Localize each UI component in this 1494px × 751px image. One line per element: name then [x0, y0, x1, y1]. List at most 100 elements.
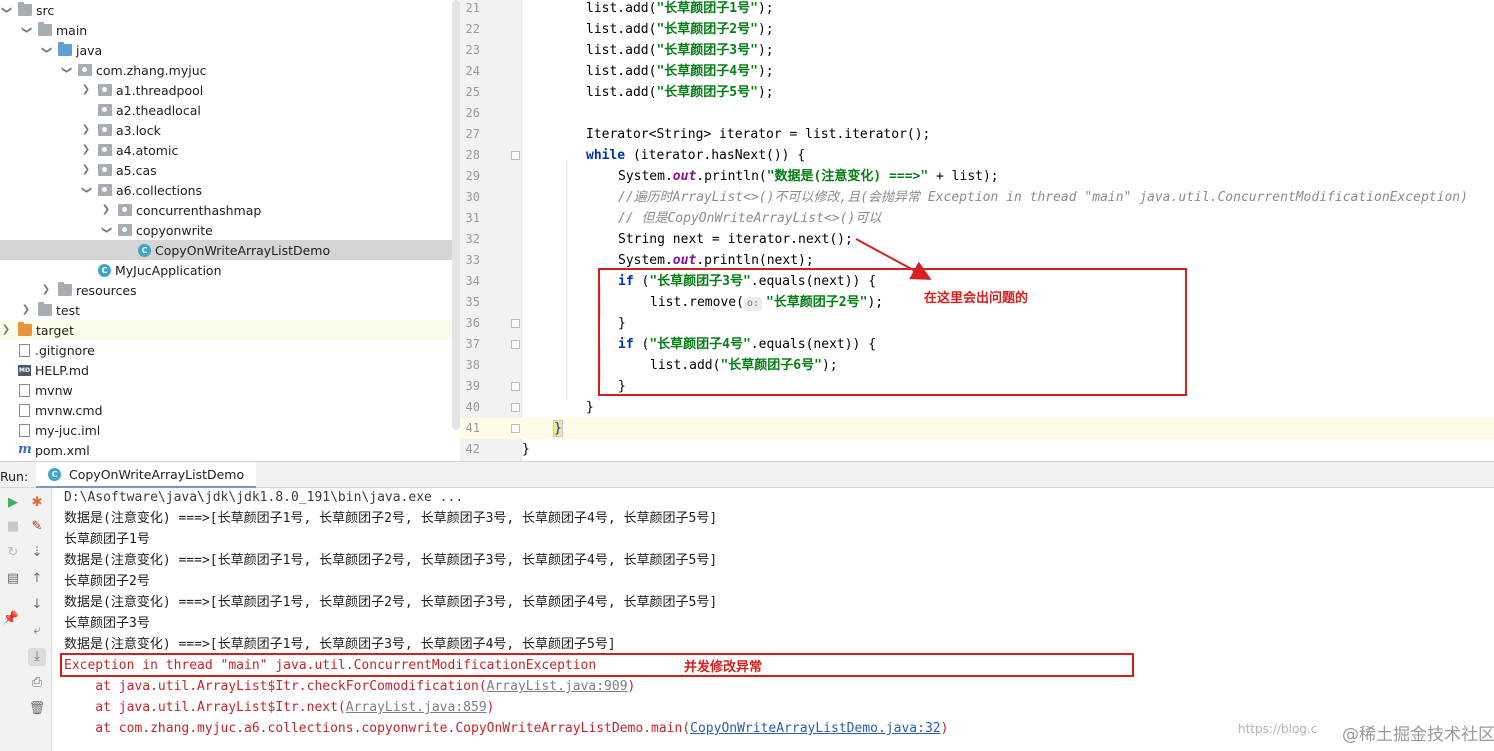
- console-line: 数据是(注意变化) ===>[长草颜团子1号, 长草颜团子2号, 长草颜团子3号…: [64, 553, 718, 568]
- run-icon[interactable]: ▶: [4, 494, 22, 512]
- code-token: String next = iterator.next();: [618, 232, 853, 247]
- tree-item-java[interactable]: ❯ java: [0, 40, 460, 60]
- code-token: System.: [618, 253, 673, 268]
- code-line[interactable]: 29 System.out.println("数据是(注意变化) ===>" + …: [460, 166, 1494, 187]
- trash-icon[interactable]: 🗑: [28, 700, 46, 718]
- stop-icon[interactable]: ■: [4, 518, 22, 536]
- rerun-icon[interactable]: ↻: [4, 544, 22, 562]
- tree-item-src[interactable]: ❯ src: [0, 0, 460, 20]
- tree-item-concurrenthashmap[interactable]: ❯ concurrenthashmap: [0, 200, 460, 220]
- code-line[interactable]: 30 //遍历时ArrayList<>()不可以修改,且(会抛异常 Excepti…: [460, 187, 1494, 208]
- code-line[interactable]: 25 list.add("长草颜团子5号");: [460, 82, 1494, 103]
- run-label: Run:: [0, 469, 29, 484]
- problem-highlight-box: [598, 268, 1187, 396]
- package-icon: [118, 204, 132, 216]
- code-line[interactable]: 23 list.add("长草颜团子3号");: [460, 40, 1494, 61]
- tree-item-label: concurrenthashmap: [136, 202, 262, 218]
- tree-item-a6-collections[interactable]: ❯ a6.collections: [0, 180, 460, 200]
- line-number: 28: [465, 148, 480, 162]
- code-token: "长草颜团子4号": [656, 64, 758, 79]
- chevron-right-icon[interactable]: ❯: [80, 144, 92, 156]
- chevron-right-icon[interactable]: ❯: [40, 284, 52, 296]
- chevron-right-icon[interactable]: ❯: [0, 324, 12, 336]
- down-arrow-icon[interactable]: ↓: [28, 596, 46, 614]
- tree-item-mvnw[interactable]: ❯mvnw: [0, 380, 460, 400]
- tree-item-my-juc-iml[interactable]: ❯my-juc.iml: [0, 420, 460, 440]
- chevron-down-icon[interactable]: ❯: [0, 4, 12, 16]
- chevron-down-icon[interactable]: ❯: [100, 224, 112, 236]
- code-text: while (iterator.hasNext()) {: [586, 145, 805, 166]
- tree-item-gitignore[interactable]: ❯.gitignore: [0, 340, 460, 360]
- chevron-right-icon[interactable]: ❯: [100, 204, 112, 216]
- line-number: 25: [465, 85, 480, 99]
- source-link[interactable]: CopyOnWriteArrayListDemo.java:32: [690, 721, 940, 736]
- tree-item-com-zhang-myjuc[interactable]: ❯ com.zhang.myjuc: [0, 60, 460, 80]
- edit-config-icon[interactable]: ✎: [28, 518, 46, 536]
- code-line[interactable]: 40}: [460, 397, 1494, 418]
- fold-marker-icon[interactable]: [511, 403, 520, 412]
- fold-marker-icon[interactable]: [511, 382, 520, 391]
- tree-item-copyonwrite[interactable]: ❯ copyonwrite: [0, 220, 460, 240]
- chevron-right-icon[interactable]: ❯: [80, 164, 92, 176]
- code-line[interactable]: 21 list.add("长草颜团子1号");: [460, 0, 1494, 19]
- console-line: 数据是(注意变化) ===>[长草颜团子1号, 长草颜团子2号, 长草颜团子3号…: [64, 595, 718, 610]
- soft-wrap-icon[interactable]: ⤶: [28, 622, 46, 640]
- file-icon: [19, 423, 30, 437]
- chevron-down-icon[interactable]: ❯: [60, 64, 72, 76]
- line-number: 26: [465, 106, 480, 120]
- chevron-right-icon[interactable]: ❯: [20, 304, 32, 316]
- code-token: "长草颜团子2号": [656, 22, 758, 37]
- debug-icon[interactable]: ✱: [28, 494, 46, 512]
- tree-item-a2-theadlocal[interactable]: ❯a2.theadlocal: [0, 100, 460, 120]
- tree-scrollbar[interactable]: [452, 0, 460, 430]
- exception-highlight-box: [60, 653, 1134, 677]
- fold-marker-icon[interactable]: [511, 424, 520, 433]
- console-output[interactable]: D:\Asoftware\java\jdk\jdk1.8.0_191\bin\j…: [52, 488, 1494, 751]
- tree-item-label: a3.lock: [116, 122, 161, 138]
- tree-item-target[interactable]: ❯ target: [0, 320, 460, 340]
- chevron-down-icon[interactable]: ❯: [80, 184, 92, 196]
- scroll-to-end-icon[interactable]: ⤓: [28, 648, 46, 666]
- code-line[interactable]: 22 list.add("长草颜团子2号");: [460, 19, 1494, 40]
- chevron-down-icon[interactable]: ❯: [20, 24, 32, 36]
- layout-icon[interactable]: ▤: [4, 570, 22, 588]
- code-line[interactable]: 42}: [460, 439, 1494, 460]
- tree-item-label: mvnw.cmd: [35, 402, 103, 418]
- chevron-right-icon[interactable]: ❯: [80, 84, 92, 96]
- code-line[interactable]: 27 Iterator<String> iterator = list.itera…: [460, 124, 1494, 145]
- code-line[interactable]: 24 list.add("长草颜团子4号");: [460, 61, 1494, 82]
- tree-item-a1-threadpool[interactable]: ❯ a1.threadpool: [0, 80, 460, 100]
- print-icon[interactable]: ⎙: [28, 674, 46, 692]
- fold-marker-icon[interactable]: [511, 151, 520, 160]
- code-line[interactable]: 31 // 但是CopyOnWriteArrayList<>()可以: [460, 208, 1494, 229]
- up-arrow-icon[interactable]: ↑: [28, 570, 46, 588]
- tree-item-a3-lock[interactable]: ❯ a3.lock: [0, 120, 460, 140]
- tree-item-a4-atomic[interactable]: ❯ a4.atomic: [0, 140, 460, 160]
- code-line[interactable]: 26: [460, 103, 1494, 124]
- code-line[interactable]: 28 while (iterator.hasNext()) {: [460, 145, 1494, 166]
- tree-item-main[interactable]: ❯ main: [0, 20, 460, 40]
- source-link[interactable]: ArrayList.java:909: [487, 679, 628, 694]
- tree-item-a5-cas[interactable]: ❯ a5.cas: [0, 160, 460, 180]
- sort-icon[interactable]: ⇣: [28, 544, 46, 562]
- code-token: "数据是(注意变化) ===>": [766, 169, 929, 184]
- chevron-right-icon[interactable]: ❯: [80, 124, 92, 136]
- chevron-down-icon[interactable]: ❯: [40, 44, 52, 56]
- tree-item-pom-xml[interactable]: ❯mpom.xml: [0, 440, 460, 460]
- run-config-tab[interactable]: C CopyOnWriteArrayListDemo: [36, 462, 257, 488]
- pin-icon[interactable]: 📌: [2, 610, 20, 628]
- code-line[interactable]: 41}: [460, 418, 1494, 439]
- tree-item-resources[interactable]: ❯ resources: [0, 280, 460, 300]
- tree-item-help-md[interactable]: ❯MDHELP.md: [0, 360, 460, 380]
- tree-item-mvnw-cmd[interactable]: ❯mvnw.cmd: [0, 400, 460, 420]
- fold-marker-icon[interactable]: [511, 340, 520, 349]
- code-token: //遍历时ArrayList<>()不可以修改,且(会抛异常 Exception…: [618, 190, 1468, 205]
- fold-marker-icon[interactable]: [511, 319, 520, 328]
- tree-item-label: resources: [76, 282, 137, 298]
- tree-item-copyonwritearraylistdemo[interactable]: ❯CCopyOnWriteArrayListDemo: [0, 240, 460, 260]
- tree-item-myjucapplication[interactable]: ❯CMyJucApplication: [0, 260, 460, 280]
- code-line[interactable]: 32 String next = iterator.next();: [460, 229, 1494, 250]
- code-token: list.add(: [586, 22, 657, 37]
- source-link[interactable]: ArrayList.java:859: [346, 700, 487, 715]
- tree-item-test[interactable]: ❯ test: [0, 300, 460, 320]
